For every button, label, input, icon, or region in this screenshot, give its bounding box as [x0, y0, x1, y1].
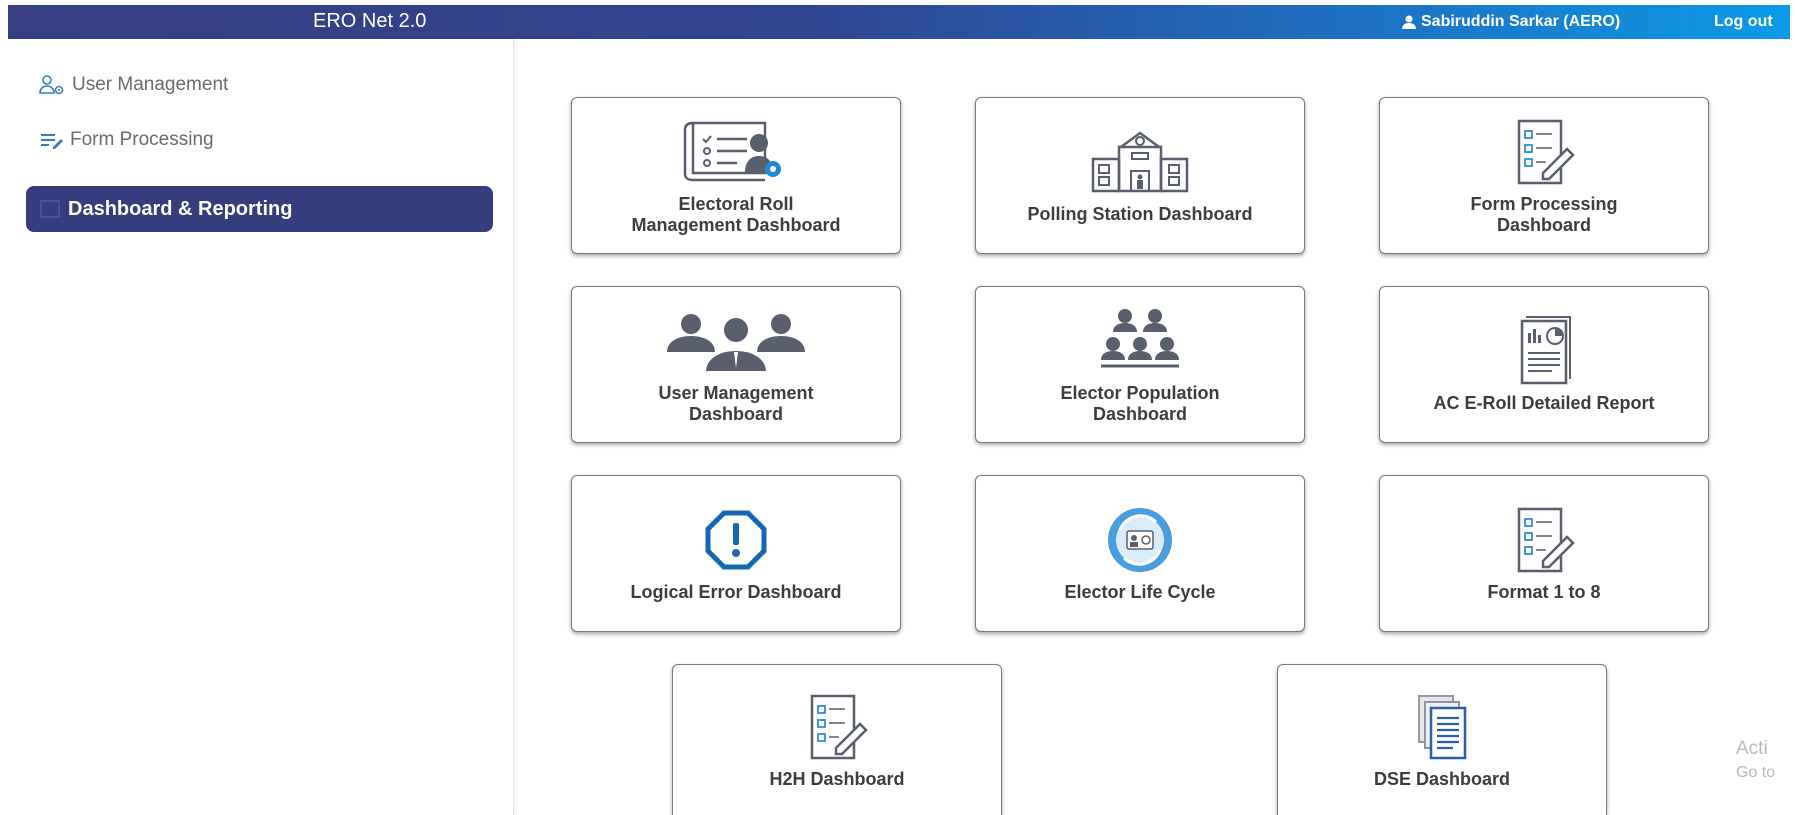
user-gear-icon: [39, 75, 64, 95]
life-cycle-icon: [1095, 504, 1185, 576]
user-info[interactable]: Sabiruddin Sarkar (AERO): [1401, 13, 1620, 31]
sidebar-item-label: User Management: [72, 74, 229, 95]
tile-dse-dashboard[interactable]: DSE Dashboard: [1277, 664, 1607, 815]
app-title: ERO Net 2.0: [313, 10, 427, 32]
tile-label: Form Processing Dashboard: [1470, 193, 1618, 235]
tile-label: AC E-Roll Detailed Report: [1433, 393, 1655, 413]
tile-label: H2H Dashboard: [769, 768, 905, 789]
tile-label: Electoral Roll Management Dashboard: [631, 193, 841, 235]
error-octagon-icon: [701, 504, 771, 576]
tile-logical-error[interactable]: Logical Error Dashboard: [571, 475, 901, 632]
polling-station-icon: [1085, 126, 1195, 198]
form-checklist-icon: [1489, 116, 1599, 188]
tile-label: Format 1 to 8: [1487, 582, 1601, 602]
sidebar-item-form-processing[interactable]: Form Processing: [38, 129, 214, 151]
tile-elector-life-cycle[interactable]: Elector Life Cycle: [975, 475, 1305, 632]
sidebar: User Management Form Processing Dashboar…: [8, 39, 514, 815]
user-name: Sabiruddin Sarkar (AERO): [1421, 13, 1621, 30]
tile-user-management[interactable]: User Management Dashboard: [571, 286, 901, 443]
report-icon: [1489, 315, 1599, 387]
tile-label: Logical Error Dashboard: [630, 582, 842, 602]
h2h-checklist-icon: [782, 691, 892, 763]
dashboard-icon: [40, 200, 60, 218]
electoral-roll-icon: [681, 116, 791, 188]
tile-ac-eroll-report[interactable]: AC E-Roll Detailed Report: [1379, 286, 1709, 443]
tile-polling-station[interactable]: Polling Station Dashboard: [975, 97, 1305, 254]
tile-label: Polling Station Dashboard: [1027, 204, 1253, 224]
sidebar-item-label: Form Processing: [70, 129, 214, 150]
tile-label: User Management Dashboard: [658, 382, 814, 424]
logout-link[interactable]: Log out: [1714, 13, 1773, 31]
sidebar-item-dashboard-reporting[interactable]: Dashboard & Reporting: [26, 186, 493, 232]
users-group-icon: [661, 305, 811, 377]
tile-h2h-dashboard[interactable]: H2H Dashboard: [672, 664, 1002, 815]
list-edit-icon: [41, 134, 63, 149]
watermark-line-2: Go to: [1736, 764, 1776, 781]
tile-label: Elector Life Cycle: [1064, 582, 1216, 602]
tile-label: Elector Population Dashboard: [1060, 382, 1220, 424]
format-checklist-icon: [1489, 504, 1599, 576]
user-icon: [1402, 15, 1416, 29]
sidebar-item-user-management[interactable]: User Management: [38, 73, 228, 97]
population-icon: [1085, 305, 1195, 377]
top-header-bar: ERO Net 2.0 Sabiruddin Sarkar (AERO) Log…: [8, 5, 1790, 39]
watermark-line-1: Acti: [1736, 738, 1768, 759]
activation-watermark: Acti Go to: [1736, 737, 1775, 785]
documents-icon: [1387, 691, 1497, 763]
tile-form-processing[interactable]: Form Processing Dashboard: [1379, 97, 1709, 254]
tile-label: DSE Dashboard: [1373, 768, 1511, 789]
tile-electoral-roll-management[interactable]: Electoral Roll Management Dashboard: [571, 97, 901, 254]
tile-format-1-to-8[interactable]: Format 1 to 8: [1379, 475, 1709, 632]
tile-elector-population[interactable]: Elector Population Dashboard: [975, 286, 1305, 443]
sidebar-item-label: Dashboard & Reporting: [68, 197, 293, 220]
